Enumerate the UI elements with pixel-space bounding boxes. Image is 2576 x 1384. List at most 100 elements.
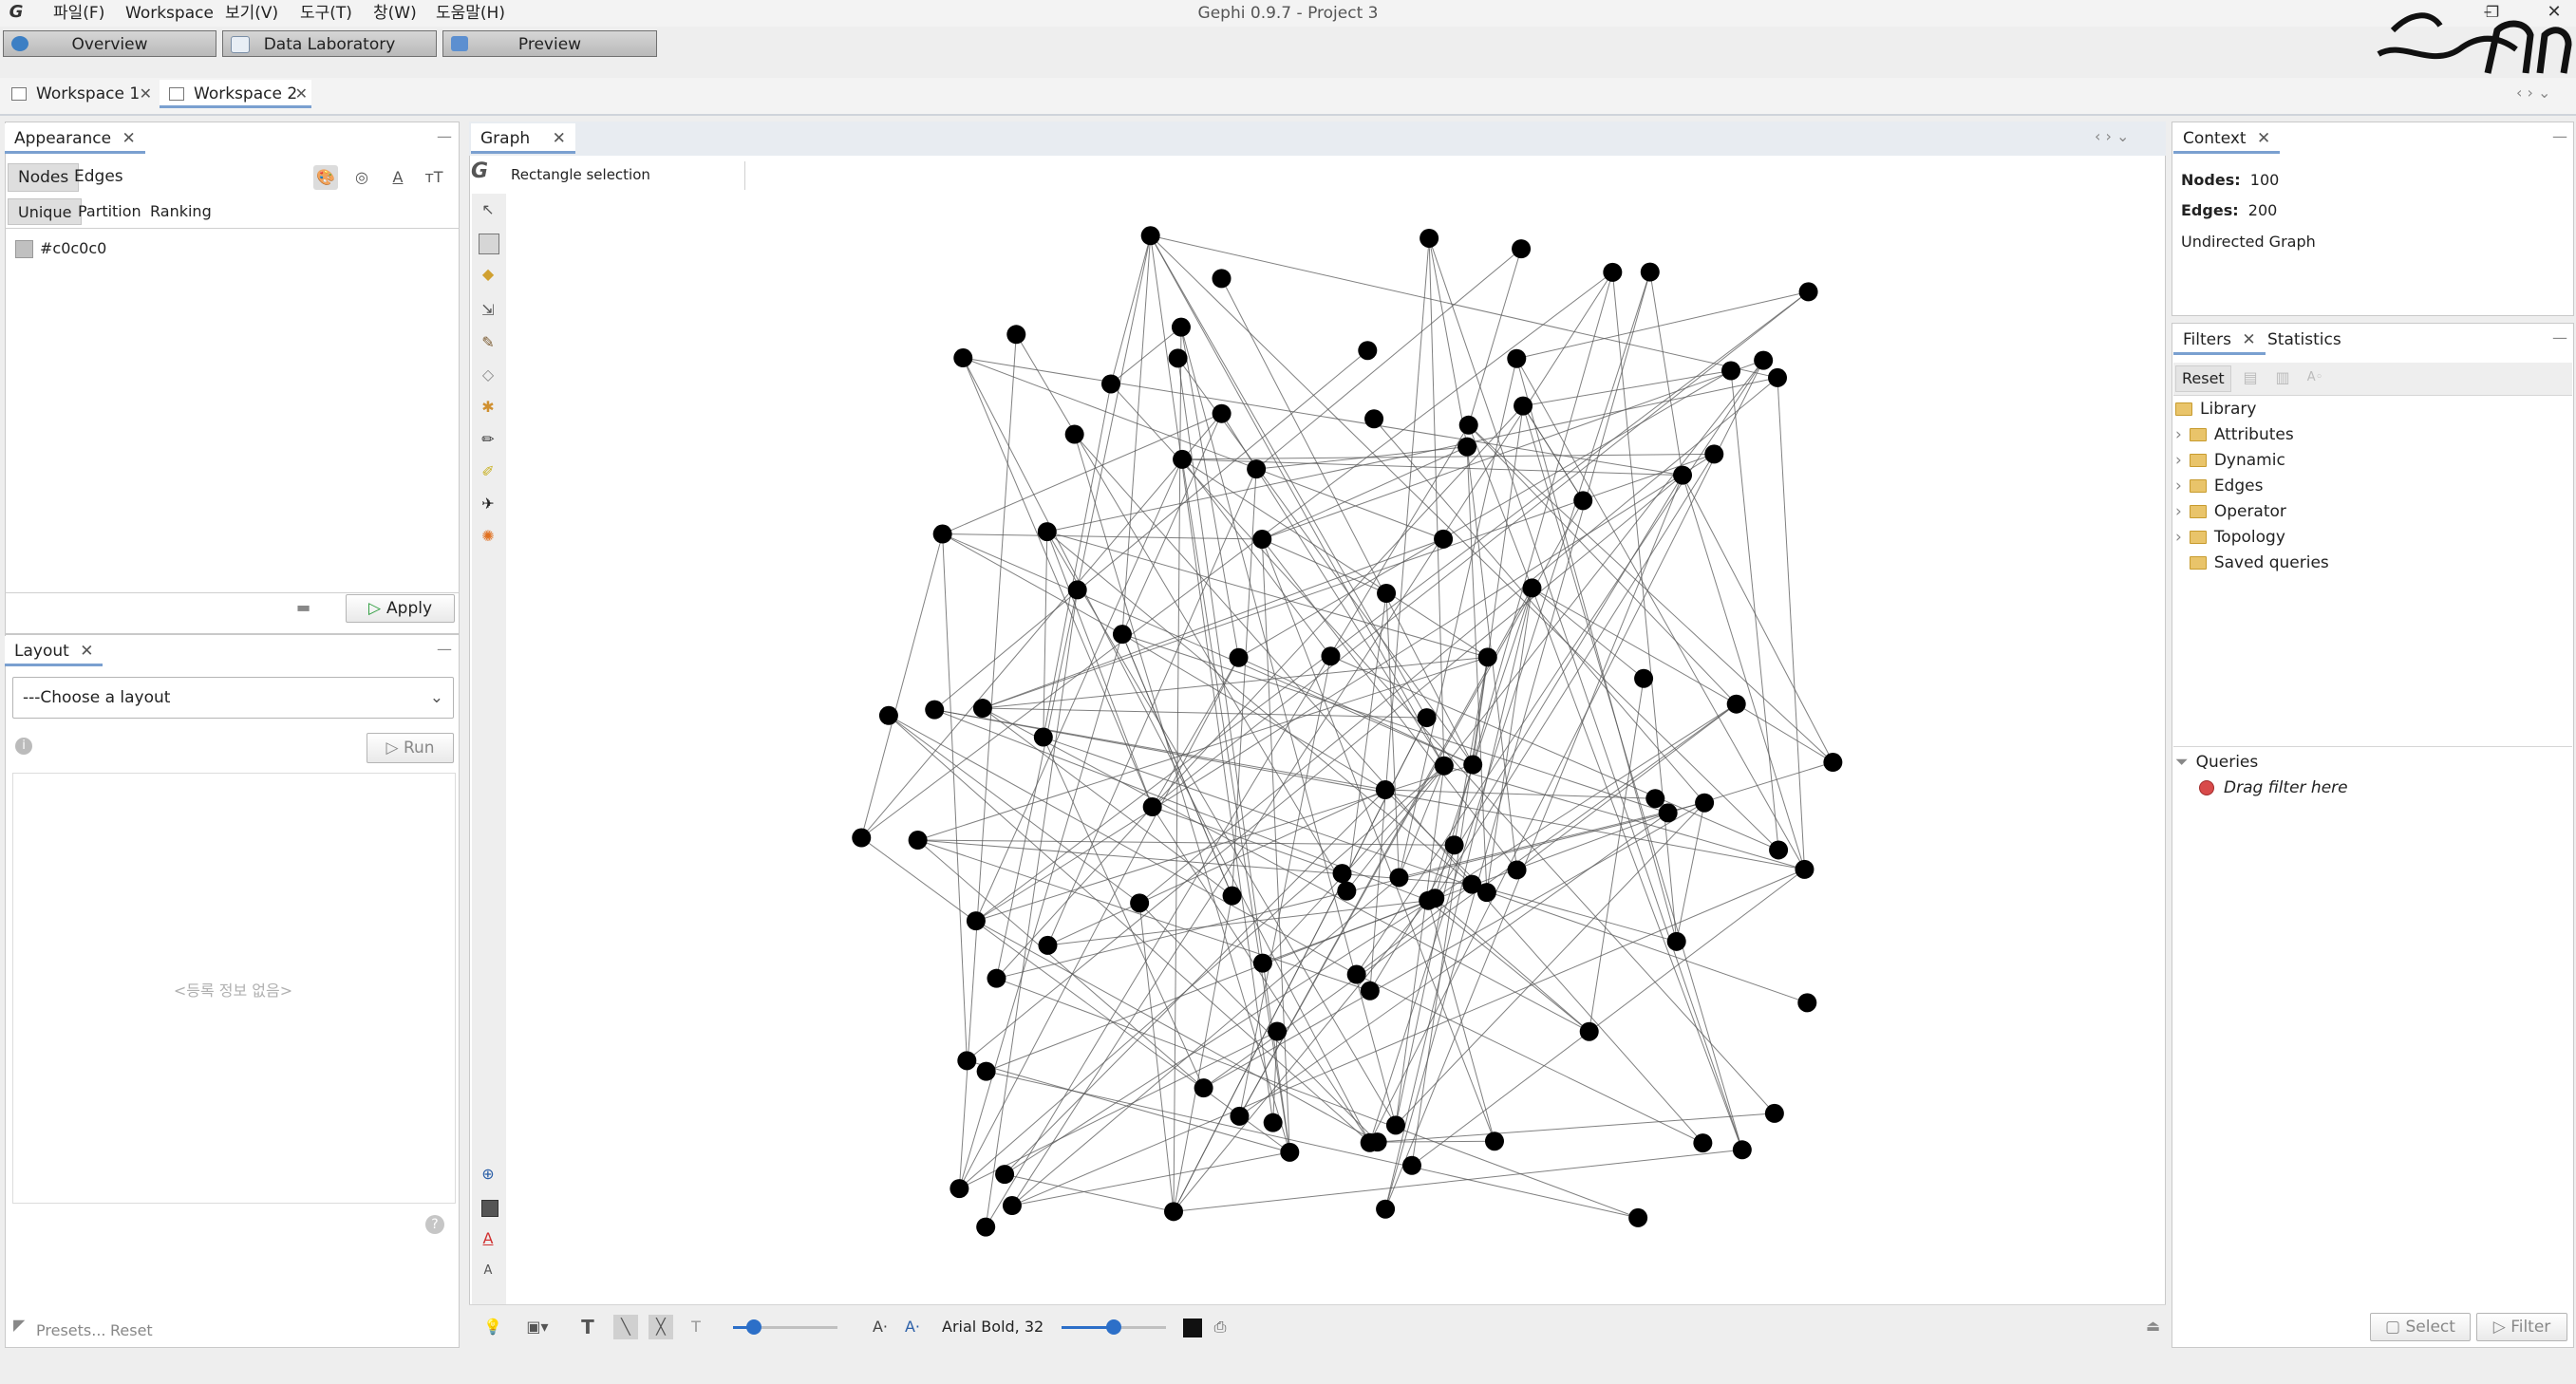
graph-node[interactable] (1247, 459, 1267, 479)
minimize-panel-icon[interactable]: — (2552, 328, 2567, 346)
zoom-icon[interactable]: ⊕ (476, 1162, 500, 1187)
font-label[interactable]: Arial Bold, 32 (942, 1318, 1044, 1336)
chevron-right-icon[interactable]: › (2175, 477, 2182, 496)
screenshot-icon[interactable]: ▣▾ (518, 1315, 556, 1339)
graph-node[interactable] (1658, 803, 1678, 823)
menu-workspace[interactable]: Workspace (125, 0, 214, 27)
menu-file[interactable]: 파일(F) (53, 0, 104, 27)
label-color-swatch[interactable] (1183, 1319, 1202, 1337)
chevron-right-icon[interactable]: › (2175, 451, 2182, 470)
menu-window[interactable]: 창(W) (373, 0, 417, 27)
graph-node[interactable] (1376, 1199, 1396, 1219)
graph-node[interactable] (1140, 226, 1160, 246)
rectangle-selection-icon[interactable] (479, 234, 499, 254)
graph-node[interactable] (1212, 269, 1232, 289)
info-icon[interactable]: i (15, 738, 32, 755)
tab-partition[interactable]: Partition (68, 198, 151, 225)
close-tab-icon[interactable]: ✕ (2257, 129, 2270, 148)
graph-node[interactable] (1579, 1021, 1599, 1041)
graph-node[interactable] (1142, 796, 1162, 816)
label-color-icon[interactable]: A (476, 1226, 500, 1251)
graph-node[interactable] (908, 831, 928, 851)
graph-node[interactable] (1002, 1196, 1022, 1216)
graph-node[interactable] (1666, 931, 1686, 951)
graph-node[interactable] (925, 700, 945, 720)
label-color-icon[interactable]: A (385, 165, 410, 190)
edit-icon[interactable]: ⇲ (476, 298, 500, 323)
slider-knob[interactable] (1106, 1319, 1121, 1335)
tab-scroll-arrows-icon[interactable]: ‹ › ⌄ (2095, 127, 2129, 145)
graph-node[interactable] (1673, 465, 1693, 485)
graph-node[interactable] (1346, 964, 1366, 984)
graph-node[interactable] (1101, 374, 1121, 394)
size-icon[interactable]: ◎ (349, 165, 374, 190)
select-button[interactable]: ▢ Select (2370, 1313, 2471, 1341)
graph-node[interactable] (1732, 1140, 1752, 1160)
chevron-right-icon[interactable]: › (2175, 502, 2182, 521)
close-tab-icon[interactable]: ✕ (2242, 330, 2255, 349)
tab-context[interactable]: Context ✕ (2173, 123, 2281, 154)
preview-button[interactable]: Preview (442, 30, 657, 57)
graph-node[interactable] (1645, 789, 1665, 809)
menu-tools[interactable]: 도구(T) (300, 0, 352, 27)
close-tab-icon[interactable]: ✕ (80, 642, 93, 661)
background-color-icon[interactable] (481, 1200, 498, 1217)
light-bulb-icon[interactable]: 💡 (480, 1315, 505, 1339)
tab-graph[interactable]: Graph ✕ (471, 123, 575, 154)
help-icon[interactable]: ? (425, 1215, 444, 1234)
filter-button[interactable]: ▷ Filter (2476, 1313, 2567, 1341)
data-laboratory-button[interactable]: Data Laboratory (222, 30, 437, 57)
graph-node[interactable] (1795, 859, 1814, 879)
graph-node[interactable] (1385, 1115, 1405, 1135)
tab-workspace-2[interactable]: Workspace 2 ✕ (160, 80, 311, 108)
graph-node[interactable] (1268, 1021, 1288, 1041)
graph-node[interactable] (1797, 993, 1817, 1013)
collapse-icon[interactable]: ⏏ (2146, 1317, 2160, 1335)
graph-node[interactable] (878, 705, 898, 725)
graph-node[interactable] (1229, 647, 1249, 667)
graph-node[interactable] (1434, 756, 1454, 776)
graph-node[interactable] (1628, 1207, 1648, 1227)
diamond-icon[interactable]: ◇ (476, 363, 500, 387)
graph-node[interactable] (1457, 437, 1477, 457)
graph-node[interactable] (1477, 647, 1497, 667)
graph-node[interactable] (1693, 1133, 1713, 1153)
slider-knob[interactable] (746, 1319, 762, 1335)
heat-map-icon[interactable]: ✺ (476, 524, 500, 549)
graph-node[interactable] (1769, 840, 1789, 860)
show-labels-icon[interactable]: T (575, 1315, 600, 1339)
minimize-panel-icon[interactable]: — (437, 127, 452, 145)
overview-button[interactable]: Overview (3, 30, 216, 57)
graph-node[interactable] (1417, 708, 1437, 728)
graph-node[interactable] (995, 1165, 1015, 1185)
color-swatch[interactable] (15, 240, 33, 258)
edge-pencil-icon[interactable]: ✐ (476, 459, 500, 484)
graph-node[interactable] (1332, 864, 1352, 884)
graph-node[interactable] (1420, 228, 1439, 248)
graph-node[interactable] (1358, 341, 1378, 361)
graph-node[interactable] (1463, 755, 1483, 775)
font-size-up-icon[interactable]: A· (868, 1315, 893, 1339)
edge-color-icon[interactable]: ╳ (649, 1315, 673, 1339)
graph-node[interactable] (1194, 1078, 1213, 1098)
graph-node[interactable] (1212, 403, 1232, 423)
graph-node[interactable] (957, 1051, 977, 1071)
graph-node[interactable] (1434, 529, 1454, 549)
graph-node[interactable] (1458, 415, 1478, 435)
graph-node[interactable] (1112, 625, 1132, 645)
graph-node[interactable] (1507, 348, 1527, 368)
graph-node[interactable] (1726, 694, 1746, 714)
graph-node[interactable] (1573, 491, 1593, 511)
label-scale-slider[interactable] (1062, 1319, 1166, 1335)
graph-node[interactable] (1823, 753, 1843, 773)
drag-icon[interactable]: ◆ (476, 262, 500, 287)
graph-node[interactable] (1164, 1202, 1184, 1222)
graph-node[interactable] (1367, 1132, 1387, 1152)
graph-node[interactable] (852, 828, 872, 848)
tree-item-saved-queries[interactable]: ›Saved queries (2175, 551, 2329, 576)
graph-node[interactable] (953, 348, 973, 368)
tree-item-operator[interactable]: › Operator (2175, 499, 2286, 525)
graph-node[interactable] (1764, 1103, 1784, 1123)
run-button[interactable]: ▷ Run (367, 733, 454, 763)
brush-icon[interactable]: ✎ (476, 330, 500, 355)
